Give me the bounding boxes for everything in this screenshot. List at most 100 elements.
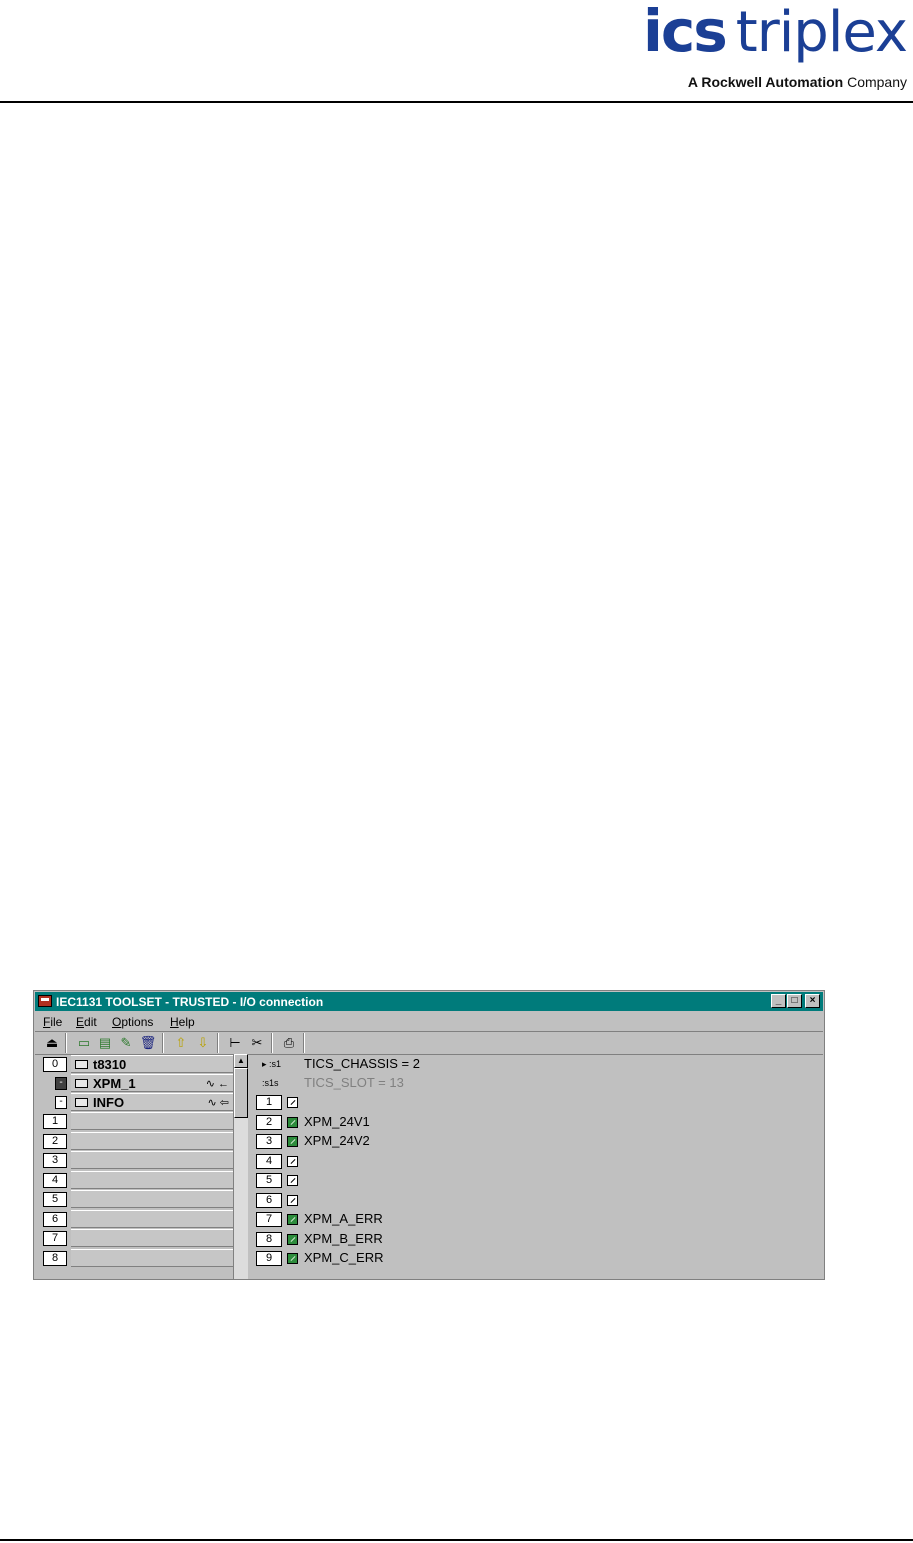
slot-button[interactable]: 0: [43, 1057, 67, 1072]
tree-row-slot[interactable]: 8: [35, 1249, 233, 1268]
channel-row[interactable]: 4: [250, 1152, 810, 1171]
channel-row[interactable]: 6: [250, 1191, 810, 1210]
menu-options-rest: ptions: [121, 1015, 154, 1029]
delete-icon[interactable]: 🗑: [139, 1035, 157, 1051]
tree-scrollbar[interactable]: ▲: [233, 1054, 248, 1279]
channel-number[interactable]: 5: [256, 1173, 282, 1188]
channel-row[interactable]: 1: [250, 1093, 810, 1112]
tree-cell[interactable]: [71, 1151, 233, 1169]
logo-subtitle: A Rockwell Automation Company: [688, 74, 907, 90]
board-icon: [75, 1098, 88, 1107]
tree-cell[interactable]: [71, 1132, 233, 1150]
channel-row[interactable]: 2 XPM_24V1: [250, 1113, 810, 1132]
print-icon[interactable]: ⎙: [280, 1035, 298, 1051]
move-up-icon[interactable]: ⇧: [172, 1035, 190, 1051]
channel-row[interactable]: 3 XPM_24V2: [250, 1132, 810, 1151]
menu-options[interactable]: Options: [112, 1015, 153, 1029]
chassis-row[interactable]: ▸ :s1 TICS_CHASSIS = 2: [250, 1055, 810, 1074]
menu-help[interactable]: Help: [170, 1015, 195, 1029]
title-bar[interactable]: IEC1131 TOOLSET - TRUSTED - I/O connecti…: [35, 992, 823, 1011]
tree-cell[interactable]: [71, 1112, 233, 1130]
maximize-button[interactable]: □: [787, 994, 802, 1008]
rack-tree: 0 t8310 - XPM_1 ∿ ← - INFO ∿ ⇦ 1 2 3 4 5…: [35, 1054, 235, 1279]
connected-channel-icon: [287, 1214, 298, 1225]
connected-channel-icon: [287, 1136, 298, 1147]
channel-number[interactable]: 1: [256, 1095, 282, 1110]
connected-channel-icon: [287, 1117, 298, 1128]
scroll-up-arrow-icon[interactable]: ▲: [234, 1054, 248, 1068]
io-direction-icon: ∿ ←: [205, 1078, 229, 1090]
tree-label: INFO: [93, 1095, 125, 1110]
app-icon[interactable]: [38, 995, 52, 1007]
cut-icon[interactable]: ✂: [248, 1035, 266, 1051]
channel-number[interactable]: 2: [256, 1115, 282, 1130]
tree-row-slot[interactable]: 2: [35, 1132, 233, 1151]
slot-button[interactable]: 8: [43, 1251, 67, 1266]
channel-number[interactable]: 9: [256, 1251, 282, 1266]
tree-icon[interactable]: ⊢: [226, 1035, 244, 1051]
channel-number[interactable]: 8: [256, 1232, 282, 1247]
footer-rule: [0, 1539, 913, 1541]
edit-board-icon[interactable]: ✎: [117, 1035, 135, 1051]
channel-variable: XPM_B_ERR: [304, 1231, 383, 1246]
move-down-icon[interactable]: ⇩: [194, 1035, 212, 1051]
channel-number[interactable]: 6: [256, 1193, 282, 1208]
tree-row-board[interactable]: - INFO ∿ ⇦: [35, 1093, 233, 1112]
slot-button[interactable]: 4: [43, 1173, 67, 1188]
tree-row-slot[interactable]: 3: [35, 1151, 233, 1170]
tree-row-slot[interactable]: 7: [35, 1229, 233, 1248]
tree-cell[interactable]: INFO ∿ ⇦: [71, 1093, 233, 1111]
minimize-button[interactable]: _: [771, 994, 786, 1008]
io-direction-icon: ∿ ⇦: [207, 1097, 230, 1109]
unconnected-channel-icon: [287, 1097, 298, 1108]
header-rule: [0, 101, 913, 103]
channel-row[interactable]: 5: [250, 1171, 810, 1190]
tree-row-slot[interactable]: 5: [35, 1190, 233, 1209]
tree-cell[interactable]: t8310: [71, 1055, 233, 1073]
tree-cell[interactable]: [71, 1229, 233, 1247]
app-window: IEC1131 TOOLSET - TRUSTED - I/O connecti…: [33, 990, 825, 1280]
channel-row[interactable]: 8 XPM_B_ERR: [250, 1230, 810, 1249]
window-title: IEC1131 TOOLSET - TRUSTED - I/O connecti…: [56, 995, 324, 1009]
channel-number[interactable]: 7: [256, 1212, 282, 1227]
collapse-toggle[interactable]: -: [55, 1077, 67, 1090]
tree-cell[interactable]: [71, 1171, 233, 1189]
add-board-icon[interactable]: ▤: [96, 1035, 114, 1051]
tree-row-slot[interactable]: 6: [35, 1210, 233, 1229]
channel-number[interactable]: 4: [256, 1154, 282, 1169]
close-button[interactable]: ×: [805, 994, 820, 1008]
toolbar-separator: [65, 1033, 67, 1053]
tree-cell[interactable]: [71, 1190, 233, 1208]
slot-button[interactable]: 2: [43, 1134, 67, 1149]
tree-row-board[interactable]: - XPM_1 ∿ ←: [35, 1074, 233, 1093]
tree-label: XPM_1: [93, 1076, 136, 1091]
channel-row[interactable]: 7 XPM_A_ERR: [250, 1210, 810, 1229]
tree-label: t8310: [93, 1057, 127, 1072]
tree-cell[interactable]: [71, 1210, 233, 1228]
slot-button[interactable]: 6: [43, 1212, 67, 1227]
insert-board-icon[interactable]: ▭: [75, 1035, 93, 1051]
slot-icon: :s1s: [262, 1078, 279, 1088]
menu-options-accel: O: [112, 1015, 122, 1029]
menu-file[interactable]: File: [43, 1015, 62, 1029]
tree-row-slot[interactable]: 1: [35, 1112, 233, 1131]
scroll-thumb[interactable]: [234, 1068, 248, 1118]
logo-triplex-text: triplex: [735, 0, 908, 65]
slot-button[interactable]: 5: [43, 1192, 67, 1207]
collapse-toggle[interactable]: -: [55, 1096, 67, 1109]
toolbar-separator: [217, 1033, 219, 1053]
slot-button[interactable]: 7: [43, 1231, 67, 1246]
open-icon[interactable]: ⏏: [43, 1035, 61, 1051]
slot-button[interactable]: 3: [43, 1153, 67, 1168]
tree-cell[interactable]: [71, 1249, 233, 1267]
slot-row[interactable]: :s1s TICS_SLOT = 13: [250, 1074, 810, 1093]
slot-button[interactable]: 1: [43, 1114, 67, 1129]
logo-subtitle-normal: Company: [847, 74, 907, 90]
channel-number[interactable]: 3: [256, 1134, 282, 1149]
tree-row-rack[interactable]: 0 t8310: [35, 1055, 233, 1074]
menu-edit[interactable]: Edit: [76, 1015, 97, 1029]
menu-bar: File Edit Options Help: [35, 1012, 823, 1031]
tree-row-slot[interactable]: 4: [35, 1171, 233, 1190]
tree-cell[interactable]: XPM_1 ∿ ←: [71, 1074, 233, 1092]
channel-row[interactable]: 9 XPM_C_ERR: [250, 1249, 810, 1268]
